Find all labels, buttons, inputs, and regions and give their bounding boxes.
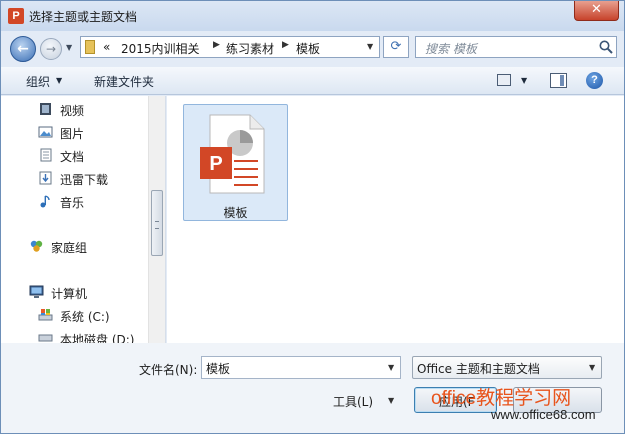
chevron-down-icon[interactable]: ▼ xyxy=(367,42,373,51)
help-icon[interactable]: ? xyxy=(586,72,603,89)
change-view-icon[interactable] xyxy=(497,74,511,86)
drive-icon xyxy=(38,309,53,321)
filetype-value: Office 主题和主题文档 xyxy=(417,362,540,376)
chevron-down-icon[interactable]: ▼ xyxy=(388,363,394,372)
video-icon xyxy=(40,103,51,115)
chevron-down-icon[interactable]: ▼ xyxy=(56,76,62,85)
drive-icon xyxy=(38,334,53,342)
refresh-button[interactable]: ⟳ xyxy=(383,36,409,58)
scroll-thumb[interactable] xyxy=(151,190,163,256)
download-folder-icon xyxy=(39,171,52,185)
address-segment-template[interactable]: 模板 xyxy=(296,40,320,57)
nav-item-label: 计算机 xyxy=(51,287,88,301)
powerpoint-app-icon: P xyxy=(8,8,24,24)
title-bar: P 选择主题或主题文档 ✕ xyxy=(1,1,624,31)
preview-pane-icon[interactable] xyxy=(550,73,567,88)
file-item-template[interactable]: P 模板 xyxy=(183,104,288,221)
address-overflow[interactable]: « xyxy=(103,40,110,54)
back-button[interactable]: ← xyxy=(10,36,36,62)
recent-locations-dropdown[interactable]: ▼ xyxy=(66,43,72,52)
nav-pane-scrollbar[interactable] xyxy=(148,96,165,343)
music-icon xyxy=(40,195,50,208)
address-bar[interactable]: « 2015内训相关 ▶ 练习素材 ▶ 模板 ▼ xyxy=(80,36,380,58)
chevron-down-icon[interactable]: ▼ xyxy=(388,396,394,405)
arrow-left-icon: ← xyxy=(17,41,29,57)
file-dialog: P 选择主题或主题文档 ✕ ← → ▼ « 2015内训相关 ▶ 练习素材 ▶ … xyxy=(0,0,625,434)
forward-button[interactable]: → xyxy=(40,38,62,60)
nav-item-label: 本地磁盘 (D:) xyxy=(60,333,135,343)
refresh-icon: ⟳ xyxy=(390,39,402,54)
powerpoint-file-icon: P xyxy=(200,114,265,194)
nav-item-label: 图片 xyxy=(60,127,85,141)
folder-icon xyxy=(85,40,95,54)
arrow-right-icon: → xyxy=(45,42,57,56)
filename-label: 文件名(N): xyxy=(139,363,198,377)
navigation-pane: 视频 图片 文档 迅雷下载 音乐 家庭组 计算机 系统 (C:) 本地磁盘 (D… xyxy=(1,96,166,343)
new-folder-button[interactable]: 新建文件夹 xyxy=(94,73,154,90)
search-icon[interactable] xyxy=(598,39,614,55)
chevron-down-icon[interactable]: ▼ xyxy=(521,76,527,85)
filename-value: 模板 xyxy=(206,362,231,376)
chevron-right-icon[interactable]: ▶ xyxy=(213,40,220,50)
file-list: P 模板 xyxy=(167,96,624,343)
command-toolbar: 组织 ▼ 新建文件夹 ▼ ? xyxy=(1,67,624,95)
search-input[interactable]: 搜索 模板 xyxy=(415,36,617,58)
homegroup-icon xyxy=(30,240,43,252)
documents-icon xyxy=(40,148,52,162)
nav-item-label: 文档 xyxy=(60,150,85,164)
close-button[interactable]: ✕ xyxy=(574,1,619,21)
nav-item-label: 视频 xyxy=(60,104,85,118)
nav-item-label: 系统 (C:) xyxy=(60,310,110,324)
address-segment-2015[interactable]: 2015内训相关 xyxy=(121,40,200,57)
dialog-title: 选择主题或主题文档 xyxy=(29,10,138,24)
nav-item-label: 音乐 xyxy=(60,196,85,210)
filetype-select[interactable]: Office 主题和主题文档 ▼ xyxy=(412,356,602,379)
computer-icon xyxy=(29,285,44,298)
filename-field[interactable]: 模板 ▼ xyxy=(201,356,401,379)
chevron-down-icon[interactable]: ▼ xyxy=(589,363,595,372)
pictures-icon xyxy=(38,126,53,138)
watermark-text: office教程学习网 xyxy=(431,388,572,409)
svg-text:P: P xyxy=(209,153,222,175)
nav-item-label: 迅雷下载 xyxy=(60,173,109,187)
nav-item-label: 家庭组 xyxy=(51,241,88,255)
organize-button[interactable]: 组织 xyxy=(26,73,50,90)
file-name-label: 模板 xyxy=(223,206,248,220)
search-placeholder: 搜索 模板 xyxy=(425,42,477,56)
tools-button[interactable]: 工具(L) xyxy=(333,393,373,410)
address-segment-practice[interactable]: 练习素材 xyxy=(226,40,274,57)
chevron-right-icon[interactable]: ▶ xyxy=(282,40,289,50)
watermark-url: www.office68.com xyxy=(491,407,596,422)
